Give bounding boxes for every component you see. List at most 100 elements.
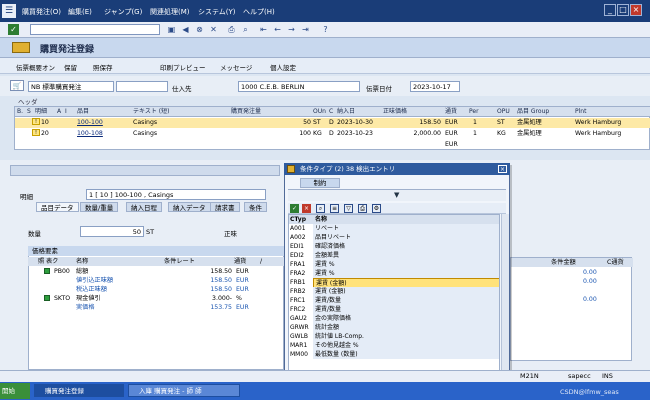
table-row[interactable]: 税込正味額 158.50 EUR xyxy=(28,285,284,294)
toggle-overview-button[interactable]: 伝票概要オン xyxy=(16,62,55,72)
list-item[interactable]: MM00 最低数量 (数量) xyxy=(289,350,499,359)
task-po-create[interactable]: 購買発注登録 xyxy=(34,384,124,397)
enter-icon[interactable]: ✓ xyxy=(8,24,19,35)
col-header[interactable]: Per xyxy=(469,107,479,117)
print-icon[interactable]: ⎙ xyxy=(358,204,367,213)
col-header[interactable]: 正味価格 xyxy=(383,107,407,117)
tab-delivery[interactable]: 納入データ xyxy=(168,202,211,212)
start-button[interactable]: 開始 xyxy=(0,383,30,399)
popup-tab-restrictions[interactable]: 制約 xyxy=(300,178,340,188)
menu-environment[interactable]: 関連処理(M) xyxy=(150,7,190,17)
personal-settings-button[interactable]: 個人設定 xyxy=(270,62,296,72)
col-header[interactable]: OPU xyxy=(497,107,510,117)
list-item[interactable]: EDI1 確認済価格 xyxy=(289,242,499,251)
list-item[interactable]: MAR1 その他見越金 % xyxy=(289,341,499,350)
print-preview-button[interactable]: 印刷プレビュー xyxy=(160,62,206,72)
hold-button[interactable]: 保留 xyxy=(64,62,77,72)
tab-invoice[interactable]: 請求書 xyxy=(210,202,240,212)
menu-system[interactable]: システム(Y) xyxy=(198,7,236,17)
menu-goto[interactable]: ジャンプ(G) xyxy=(104,7,142,17)
first-page-icon[interactable]: ⇤ xyxy=(258,24,269,35)
maximize-icon[interactable]: □ xyxy=(617,4,629,16)
save-icon[interactable]: ▣ xyxy=(166,24,177,35)
doc-type-select[interactable]: NB 標準購買発注 xyxy=(28,81,114,92)
col-header[interactable]: 購買発注量 xyxy=(231,107,261,117)
header-toggle[interactable]: ヘッダ xyxy=(18,96,38,106)
find-icon[interactable]: ⌕ xyxy=(240,24,251,35)
menu-help[interactable]: ヘルプ(H) xyxy=(243,7,275,17)
list-item[interactable]: GRWR 統計金額 xyxy=(289,323,499,332)
item-selector[interactable]: 1 [ 10 ] 100-100 , Casings xyxy=(86,189,266,200)
expand-arrow-icon[interactable]: ▼ xyxy=(394,191,399,199)
close-icon[interactable]: × xyxy=(630,4,642,16)
confirm-icon[interactable]: ✓ xyxy=(290,204,299,213)
prev-page-icon[interactable]: ← xyxy=(272,24,283,35)
col-header[interactable]: テキスト (短) xyxy=(133,107,169,117)
task-goods-receipt[interactable]: 入庫 購買発注 - 師 師 xyxy=(128,384,240,397)
next-page-icon[interactable]: → xyxy=(286,24,297,35)
table-row[interactable]: EUR xyxy=(15,140,650,150)
tab-qty-weight[interactable]: 数量/重量 xyxy=(80,202,119,212)
col-header[interactable]: OUn xyxy=(313,107,326,117)
list-item[interactable]: A001 リベート xyxy=(289,224,499,233)
cart-icon[interactable]: 🛒 xyxy=(10,80,24,91)
col-header[interactable]: B. xyxy=(17,107,23,117)
back-icon[interactable]: ◀ xyxy=(180,24,191,35)
list-item[interactable]: FRA1 運賃 % xyxy=(289,260,499,269)
table-row[interactable]: ! 20 100-108 Casings 100 KG D 2023-10-23… xyxy=(15,129,650,139)
col-header[interactable]: 品目 Group xyxy=(517,107,549,117)
conditions-title: 価格要素 xyxy=(28,246,284,256)
material-link[interactable]: 100-100 xyxy=(77,118,103,128)
sort-icon[interactable]: ≡ xyxy=(330,204,339,213)
help-icon[interactable]: ? xyxy=(320,24,331,35)
col-header[interactable]: A xyxy=(57,107,61,117)
settings-icon[interactable]: ⚙ xyxy=(372,204,381,213)
popup-close-icon[interactable]: × xyxy=(498,165,507,173)
qty-field[interactable]: 50 xyxy=(80,226,144,237)
col-header[interactable]: I xyxy=(65,107,67,117)
list-item[interactable]: FRC1 運賃/数量 xyxy=(289,296,499,305)
check-button[interactable]: 照保存 xyxy=(93,62,113,72)
list-item[interactable]: A002 品目リベート xyxy=(289,233,499,242)
tab-delivery-schedule[interactable]: 納入日程 xyxy=(126,202,162,212)
doc-date-field[interactable]: 2023-10-17 xyxy=(410,81,460,92)
filter-icon[interactable]: ▽ xyxy=(344,204,353,213)
list-item-selected[interactable]: FRB1 運賃 (金額) xyxy=(289,278,499,289)
list-item[interactable]: GAU2 金の実際価格 xyxy=(289,314,499,323)
col-header[interactable]: C xyxy=(329,107,333,117)
command-field[interactable] xyxy=(30,24,160,35)
table-row[interactable]: 値引込正味額 158.50 EUR xyxy=(28,276,284,285)
cancel-icon[interactable]: ✕ xyxy=(208,24,219,35)
last-page-icon[interactable]: ⇥ xyxy=(300,24,311,35)
popup-scrollbar[interactable] xyxy=(501,214,509,386)
vendor-field[interactable]: 1000 C.E.B. BERLIN xyxy=(238,81,360,92)
tab-conditions[interactable]: 条件 xyxy=(244,202,267,212)
col-header[interactable]: 品目 xyxy=(77,107,89,117)
table-row[interactable]: PB00 総額 158.50 EUR xyxy=(28,267,284,276)
tab-material-data[interactable]: 品目データ xyxy=(36,202,79,212)
list-item[interactable]: FRA2 運賃 % xyxy=(289,269,499,278)
material-link[interactable]: 100-108 xyxy=(77,129,103,139)
table-row[interactable]: 実価格 153.75 EUR xyxy=(28,303,284,312)
col-header[interactable]: 明細 xyxy=(35,107,47,117)
po-number-field[interactable] xyxy=(116,81,168,92)
list-item[interactable]: EDI2 金額差異 xyxy=(289,251,499,260)
table-row[interactable]: SKTO 現金値引 3.000- % xyxy=(28,294,284,303)
minimize-icon[interactable]: _ xyxy=(604,4,616,16)
exit-icon[interactable]: ⊗ xyxy=(194,24,205,35)
col-header[interactable]: 納入日 xyxy=(337,107,355,117)
menu-order[interactable]: 購買発注(O) xyxy=(22,7,61,17)
list-item[interactable]: GWLB 統計値 LB-Comp. xyxy=(289,332,499,341)
list-item[interactable]: FRB2 運賃 (金額) xyxy=(289,287,499,296)
print-icon[interactable]: ⎙ xyxy=(226,24,237,35)
col-header[interactable]: 通貨 xyxy=(445,107,457,117)
col-header[interactable]: Plnt xyxy=(575,107,586,117)
messages-button[interactable]: メッセージ xyxy=(220,62,252,72)
cancel-icon[interactable]: × xyxy=(302,204,311,213)
menu-edit[interactable]: 編集(E) xyxy=(68,7,92,17)
col-header[interactable]: S xyxy=(27,107,31,117)
list-item[interactable]: FRC2 運賃/数量 xyxy=(289,305,499,314)
table-row[interactable]: ! 10 100-100 Casings 50 ST D 2023-10-30 … xyxy=(15,118,650,128)
condition-type-code: FRB1 xyxy=(290,279,306,286)
find-icon[interactable]: ⌕ xyxy=(316,204,325,213)
